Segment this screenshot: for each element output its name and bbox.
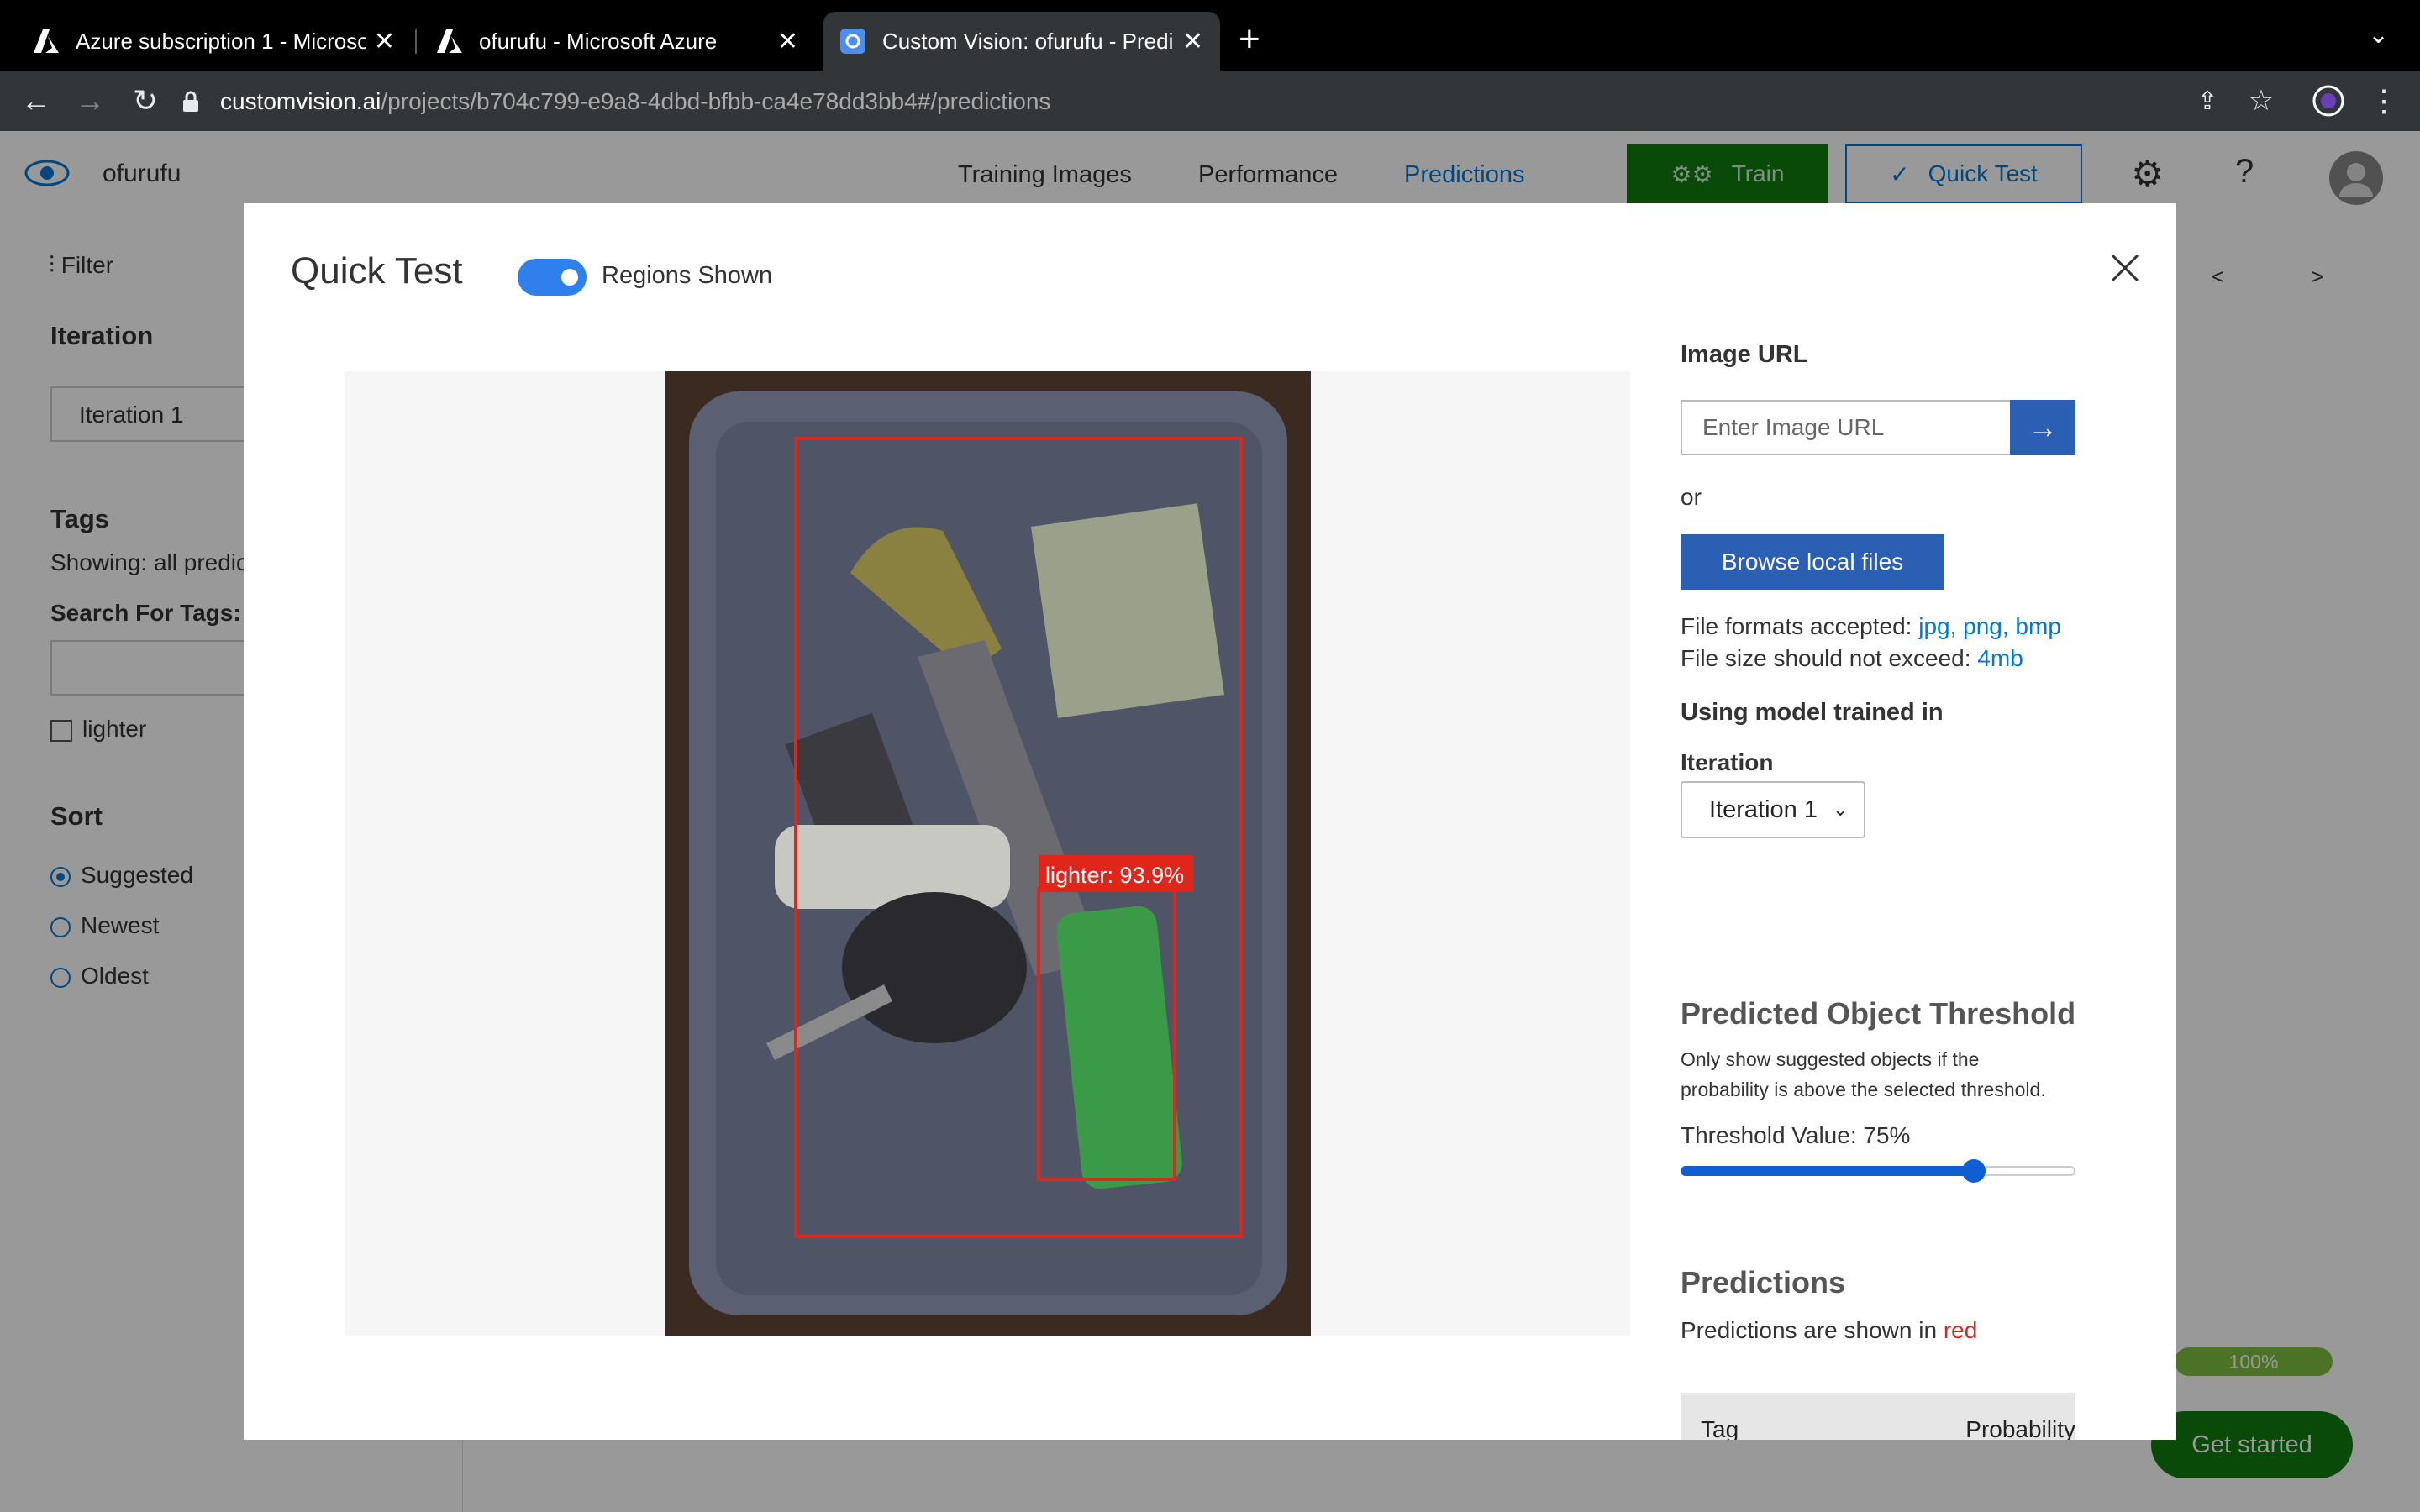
predictions-desc-prefix: Predictions are shown in (1681, 1317, 1938, 1343)
image-url-placeholder: Enter Image URL (1702, 414, 1885, 440)
chevron-down-icon: ⌄ (1832, 799, 1849, 820)
iteration-select-value: Iteration 1 (1709, 795, 1818, 823)
file-formats-prefix: File formats accepted: (1681, 613, 1912, 639)
file-size-value: 4mb (1977, 645, 2023, 671)
threshold-heading: Predicted Object Threshold (1681, 996, 2076, 1031)
browser-tab-azure[interactable]: ofurufu - Microsoft Azure ✕ (420, 12, 815, 71)
new-tab-button[interactable]: + (1239, 18, 1260, 60)
threshold-desc-line-1: Only show suggested objects if the (1681, 1048, 1980, 1070)
address-bar[interactable]: customvision.ai/projects/b704c799-e9a8-4… (182, 81, 2198, 123)
tab-title: Azure subscription 1 - Microso (76, 28, 366, 54)
quick-test-modal: Quick Test Regions Shown lighter: 93.9% … (244, 203, 2176, 1440)
predictions-table: Tag Probability (1681, 1393, 2075, 1440)
more-menu-icon[interactable]: ⋮ (2361, 71, 2407, 131)
forward-arrow-icon[interactable]: → (67, 71, 113, 131)
threshold-slider-thumb[interactable] (1962, 1159, 1986, 1183)
predictions-heading: Predictions (1681, 1265, 1846, 1299)
custom-vision-icon (840, 29, 865, 54)
regions-toggle-label: Regions Shown (602, 262, 773, 289)
browser-tab-azure-subscription[interactable]: Azure subscription 1 - Microso ✕ (17, 12, 412, 71)
iteration-label: Iteration (1681, 749, 1774, 775)
threshold-desc-line-2: probability is above the selected thresh… (1681, 1079, 2046, 1100)
file-formats-value: jpg, png, bmp (1918, 613, 2061, 639)
image-url-input[interactable]: Enter Image URL (1681, 400, 2012, 455)
browser-toolbar: ← → ↻ customvision.ai/projects/b704c799-… (0, 71, 2420, 131)
region-label: lighter: 93.9% (1045, 863, 1184, 888)
threshold-value-text: Threshold Value: 75% (1681, 1122, 1911, 1148)
image-url-heading: Image URL (1681, 341, 1808, 368)
iteration-select[interactable]: Iteration 1 ⌄ (1681, 781, 1865, 838)
close-tab-icon[interactable]: ✕ (1182, 27, 1203, 56)
azure-logo-icon (34, 29, 59, 53)
bookmark-star-icon[interactable]: ☆ (2238, 71, 2284, 131)
predictions-desc-color: red (1943, 1317, 1978, 1343)
url-host: customvision.ai (220, 88, 381, 114)
file-size-text: File size should not exceed: 4mb (1681, 645, 2023, 672)
file-formats-text: File formats accepted: jpg, png, bmp (1681, 613, 2061, 640)
browse-local-files-button[interactable]: Browse local files (1681, 534, 1944, 590)
regions-toggle[interactable] (518, 259, 587, 296)
back-arrow-icon[interactable]: ← (13, 71, 59, 131)
model-heading: Using model trained in (1681, 699, 1944, 726)
table-header-probability: Probability (1965, 1416, 2075, 1440)
browser-tab-custom-vision[interactable]: Custom Vision: ofurufu - Predic ✕ (823, 12, 1220, 71)
test-image: lighter: 93.9% (666, 371, 1311, 1336)
azure-logo-icon (437, 29, 462, 53)
modal-title: Quick Test (291, 250, 463, 291)
image-preview-area: lighter: 93.9% (345, 371, 1630, 1336)
url-path: /projects/b704c799-e9a8-4dbd-bfbb-ca4e78… (381, 88, 1051, 114)
close-tab-icon[interactable]: ✕ (374, 27, 395, 56)
quick-test-controls: Image URL Enter Image URL → or Browse lo… (1681, 203, 2151, 1440)
tab-search-chevron-icon[interactable]: ⌄ (2368, 20, 2389, 50)
reload-icon[interactable]: ↻ (123, 71, 168, 131)
submit-url-arrow-icon[interactable]: → (2010, 400, 2075, 455)
profile-extension-icon[interactable] (2306, 71, 2351, 131)
file-size-prefix: File size should not exceed: (1681, 645, 1971, 671)
share-icon[interactable]: ⇪ (2185, 71, 2230, 131)
tab-title: Custom Vision: ofurufu - Predic (882, 28, 1174, 54)
threshold-slider-fill (1681, 1166, 1974, 1176)
table-header-tag: Tag (1701, 1416, 1739, 1440)
tab-title: ofurufu - Microsoft Azure (479, 28, 718, 54)
browser-tab-bar: Azure subscription 1 - Microso ✕ ofurufu… (0, 0, 2420, 71)
tab-separator (415, 29, 417, 54)
predictions-desc: Predictions are shown in red (1681, 1317, 1977, 1344)
or-text: or (1681, 484, 1702, 510)
close-tab-icon[interactable]: ✕ (777, 27, 798, 56)
lock-icon (183, 91, 198, 112)
